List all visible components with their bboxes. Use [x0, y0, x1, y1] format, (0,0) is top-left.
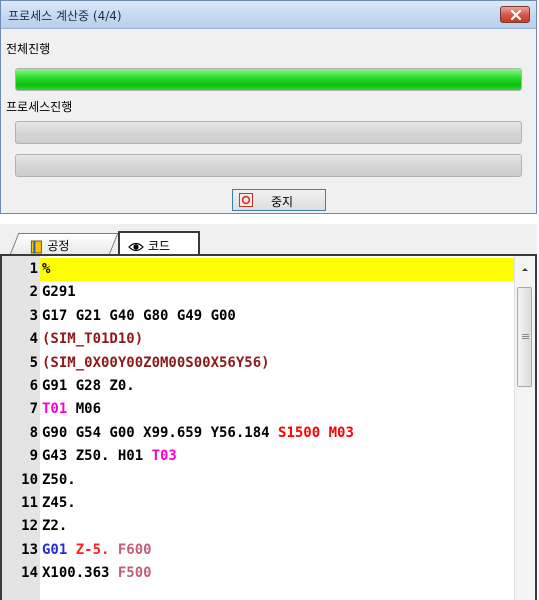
line-number: 3: [29, 307, 38, 324]
line-number: 13: [21, 541, 38, 558]
line-number: 8: [29, 424, 38, 441]
overall-progress-bar: [15, 68, 522, 91]
line-number: 12: [21, 518, 38, 535]
code-token: Z45.: [42, 494, 76, 511]
line-number: 9: [29, 448, 38, 465]
scrollbar-thumb[interactable]: [517, 287, 532, 387]
code-line[interactable]: 13 G01 Z-5. F600: [2, 539, 515, 562]
code-text: G90 G54 G00 X99.659 Y56.184 S1500 M03: [40, 422, 515, 445]
grip-icon: [522, 334, 529, 339]
code-token: (SIM_0X00Y00Z0M00S00X56Y56): [42, 354, 270, 371]
code-text: Z45.: [40, 492, 515, 515]
code-token: G43 Z50. H01: [42, 448, 152, 465]
line-number: 4: [29, 331, 38, 348]
line-number: 1: [29, 261, 38, 277]
line-number: 10: [21, 471, 38, 488]
overall-progress-label: 전체진행: [6, 42, 51, 56]
code-text: X100.363 F500: [40, 562, 515, 585]
code-token: T03: [151, 448, 177, 465]
code-token: (SIM_T01D10): [42, 331, 144, 348]
code-line[interactable]: 6 G91 G28 Z0.: [2, 375, 515, 398]
code-line[interactable]: 3 G17 G21 G40 G80 G49 G00: [2, 305, 515, 328]
code-token: G01: [42, 541, 68, 558]
tab-process[interactable]: 공정: [9, 233, 119, 255]
code-line[interactable]: 12 Z2.: [2, 515, 515, 538]
code-token: Z2.: [42, 518, 68, 535]
code-token: X100.363: [42, 565, 110, 582]
code-text: G291: [40, 281, 515, 304]
code-token: %: [42, 261, 51, 277]
code-line[interactable]: 10 Z50.: [2, 469, 515, 492]
line-number: 6: [29, 377, 38, 394]
line-number: 11: [21, 494, 38, 511]
progress-dialog: 프로세스 계산중 (4/4) 전체진행 프로세스진행 중지: [0, 0, 537, 214]
code-line[interactable]: 5 (SIM_0X00Y00Z0M00S00X56Y56): [2, 352, 515, 375]
code-editor[interactable]: 1% 2 G291 3 G17 G21 G40 G80 G49 G00 4 (SIM_T01…: [0, 256, 537, 600]
code-token: F500: [109, 565, 152, 582]
code-token: G91 G28 Z0.: [42, 377, 135, 394]
overall-progress-fill: [16, 69, 521, 90]
code-text: T01 M06: [40, 398, 515, 421]
code-line[interactable]: 14 X100.363 F500: [2, 562, 515, 585]
code-text: (SIM_0X00Y00Z0M00S00X56Y56): [40, 352, 515, 375]
eye-icon: [128, 242, 144, 251]
close-button[interactable]: [500, 6, 530, 23]
line-number: 7: [29, 401, 38, 418]
code-token: T01: [42, 401, 68, 418]
process-progress-label: 프로세스진행: [6, 100, 73, 114]
code-text: G17 G21 G40 G80 G49 G00: [40, 305, 515, 328]
code-line[interactable]: 1%: [2, 258, 515, 282]
code-token: G90 G54 G00 X99.659 Y56.184: [42, 424, 279, 441]
close-icon: [511, 10, 521, 20]
tab-code-label: 코드: [148, 239, 171, 253]
line-number: 14: [21, 565, 38, 582]
sub-progress-bar: [15, 154, 522, 177]
stop-icon: [239, 193, 253, 207]
editor-tabstrip: 공정 코드: [0, 224, 537, 256]
code-token: G291: [42, 284, 76, 301]
process-book-icon: [30, 240, 42, 253]
process-progress-bar: [15, 121, 522, 144]
code-token: Z50.: [42, 471, 76, 488]
code-line[interactable]: 11 Z45.: [2, 492, 515, 515]
code-line[interactable]: 9 G43 Z50. H01 T03: [2, 445, 515, 468]
code-lines: 1% 2 G291 3 G17 G21 G40 G80 G49 G00 4 (SIM_T01…: [2, 258, 515, 585]
vertical-scrollbar[interactable]: [514, 256, 535, 600]
line-number: 5: [29, 354, 38, 371]
dialog-titlebar[interactable]: 프로세스 계산중 (4/4): [1, 1, 536, 29]
code-token: M06: [67, 401, 102, 418]
line-number: 2: [29, 284, 38, 301]
code-text: Z50.: [40, 469, 515, 492]
tab-process-label: 공정: [47, 239, 70, 253]
code-token: Z-5.: [67, 541, 110, 558]
code-token: S1500 M03: [278, 424, 354, 441]
code-text: G01 Z-5. F600: [40, 539, 515, 562]
tab-code[interactable]: 코드: [118, 231, 200, 256]
stop-button-label: 중지: [271, 195, 294, 209]
code-line[interactable]: 7 T01 M06: [2, 398, 515, 421]
code-text: G43 Z50. H01 T03: [40, 445, 515, 468]
dialog-title: 프로세스 계산중 (4/4): [8, 9, 122, 23]
stop-button[interactable]: 중지: [232, 189, 326, 211]
code-line[interactable]: 4 (SIM_T01D10): [2, 328, 515, 351]
code-line[interactable]: 8 G90 G54 G00 X99.659 Y56.184 S1500 M03: [2, 422, 515, 445]
code-token: F600: [109, 541, 152, 558]
code-text: (SIM_T01D10): [40, 328, 515, 351]
code-text: %: [40, 258, 515, 282]
code-line[interactable]: 2 G291: [2, 281, 515, 304]
scroll-up-arrow-icon[interactable]: [515, 262, 535, 276]
code-text: Z2.: [40, 515, 515, 538]
code-text: G91 G28 Z0.: [40, 375, 515, 398]
code-token: G17 G21 G40 G80 G49 G00: [42, 307, 236, 324]
